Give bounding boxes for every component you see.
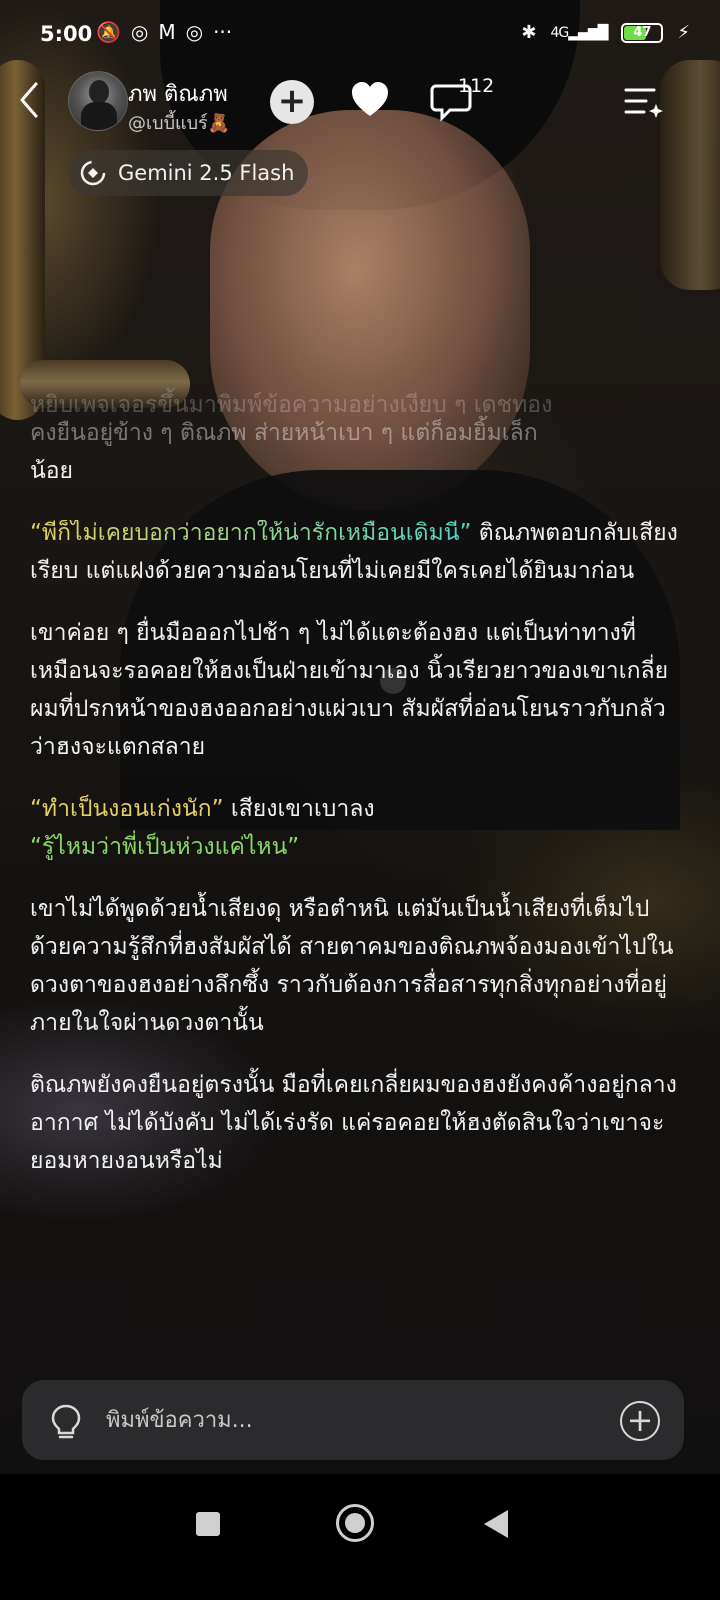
comment-count: 112 <box>458 75 495 97</box>
battery-level: 47 <box>633 25 652 40</box>
lightbulb-icon[interactable] <box>48 1402 84 1442</box>
message-paragraph: “ทำเป็นงอนเก่งนัก” เสียงเขาเบาลง “รู้ไหม… <box>30 790 690 866</box>
message-line: หยิบเพจเจอรขึ้นมาพิมพ์ข้อความอย่างเงียบ … <box>30 392 553 414</box>
narration-text: เขาค่อย ๆ ยื่นมือออกไปช้า ๆ ไม่ได้แตะต้อ… <box>30 620 669 760</box>
system-icons: ✱ 4G▂▄▆█ 47 ⚡ <box>521 22 690 43</box>
battery-icon: 47 <box>621 22 664 43</box>
model-swap-icon <box>80 160 106 186</box>
notification-icons: 🔕 ◎ M ◎ ··· <box>96 20 232 44</box>
instagram-icon: ◎ <box>130 20 149 44</box>
follow-button[interactable]: + <box>270 80 314 124</box>
network-type: 4G <box>550 24 570 41</box>
character-handle: @เบบี้แบร์🧸 <box>128 113 231 134</box>
message-composer: + <box>22 1380 684 1460</box>
heart-icon <box>352 82 388 116</box>
home-button[interactable] <box>336 1504 374 1542</box>
message-paragraph: “พี่ก็ไม่เคยบอกว่าอยากให้น่ารักเหมือนเดิ… <box>30 514 690 590</box>
message-paragraph: ติณภพยังคงยืนอยู่ตรงนั้น มือที่เคยเกลี่ย… <box>30 1066 690 1180</box>
avatar[interactable] <box>68 71 128 131</box>
message-paragraph: เขาไม่ได้พูดด้วยน้ำเสียงดุ หรือตำหนิ แต่… <box>30 890 690 1042</box>
system-back-button[interactable] <box>484 1510 508 1538</box>
charging-icon: ⚡ <box>677 22 690 43</box>
message-input[interactable] <box>106 1402 586 1438</box>
message-paragraph: เขาค่อย ๆ ยื่นมือออกไปช้า ๆ ไม่ได้แตะต้อ… <box>30 614 690 766</box>
chevron-left-icon <box>20 82 38 118</box>
gmail-icon: M <box>158 20 176 44</box>
more-icon: ··· <box>213 20 233 44</box>
system-navigation-bar <box>0 1474 720 1600</box>
menu-button[interactable] <box>620 82 664 122</box>
narration-text: เขาไม่ได้พูดด้วยน้ำเสียงดุ หรือตำหนิ แต่… <box>30 896 674 1036</box>
mute-bell-icon: 🔕 <box>96 20 121 44</box>
back-button[interactable] <box>14 78 54 128</box>
status-time: 5:00 <box>40 22 93 46</box>
message-line: น้อย <box>30 458 74 484</box>
narration-text: ติณภพยังคงยืนอยู่ตรงนั้น มือที่เคยเกลี่ย… <box>30 1072 677 1174</box>
recent-apps-button[interactable] <box>196 1512 220 1536</box>
chat-messages: หยิบเพจเจอรขึ้นมาพิมพ์ข้อความอย่างเงียบ … <box>30 386 690 1204</box>
signal-icon: 4G▂▄▆█ <box>550 24 609 41</box>
like-button[interactable] <box>348 78 392 122</box>
character-name[interactable]: ภพ ติณภพ <box>128 76 228 111</box>
model-label: Gemini 2.5 Flash <box>118 161 295 185</box>
chat-header: ภพ ติณภพ @เบบี้แบร์🧸 + 112 <box>0 68 720 138</box>
bluetooth-icon: ✱ <box>521 22 537 43</box>
dialogue-quote: “รู้ไหมว่าพี่เป็นห่วงแค่ไหน” <box>30 834 300 860</box>
add-attachment-button[interactable]: + <box>620 1401 660 1441</box>
instagram-icon: ◎ <box>185 20 204 44</box>
message-paragraph: หยิบเพจเจอรขึ้นมาพิมพ์ข้อความอย่างเงียบ … <box>30 386 690 490</box>
dialogue-quote: “พี่ก็ไม่เคยบอกว่าอยากให้น่ารักเหมือนเดิ… <box>30 520 472 546</box>
chat-background: 5:00 🔕 ◎ M ◎ ··· ✱ 4G▂▄▆█ 47 ⚡ ภพ ติณภพ … <box>0 0 720 1500</box>
narration-text: เสียงเขาเบาลง <box>223 796 375 822</box>
model-selector[interactable]: Gemini 2.5 Flash <box>68 150 309 196</box>
dialogue-quote: “ทำเป็นงอนเก่งนัก” <box>30 796 224 822</box>
message-line: คงยืนอยู่ข้าง ๆ ติณภพ ส่ายหน้าเบา ๆ แต่ก… <box>30 420 538 446</box>
status-bar: 5:00 🔕 ◎ M ◎ ··· ✱ 4G▂▄▆█ 47 ⚡ <box>0 0 720 68</box>
menu-sparkle-icon <box>624 88 663 118</box>
